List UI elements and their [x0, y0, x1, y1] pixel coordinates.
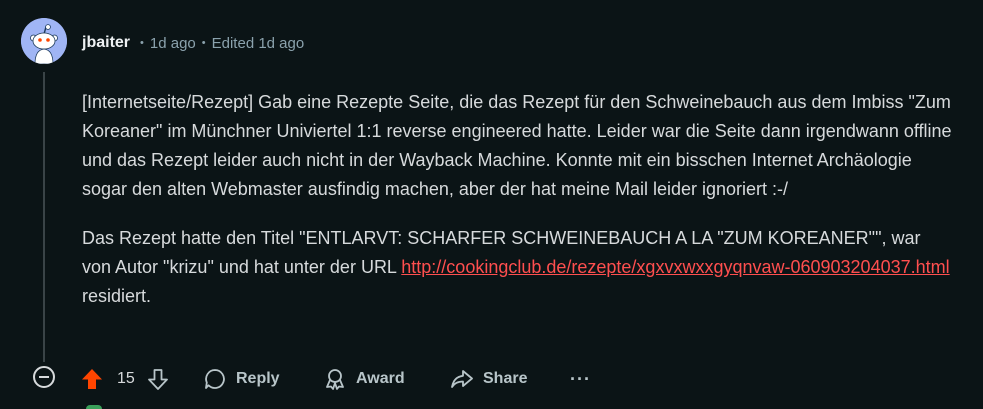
share-label: Share: [483, 370, 528, 387]
share-button[interactable]: Share: [450, 364, 527, 394]
username[interactable]: jbaiter: [82, 34, 130, 52]
reply-button[interactable]: Reply: [203, 364, 280, 394]
separator-dot: •: [201, 37, 206, 49]
action-bar: 15 Reply Award Share ···: [0, 360, 983, 400]
comment: jbaiter • 1d ago • Edited 1d ago [Intern…: [0, 0, 983, 409]
recipe-link[interactable]: http://cookingclub.de/rezepte/xgxvxwxxgy…: [401, 257, 949, 277]
comment-paragraph: [Internetseite/Rezept] Gab eine Rezepte …: [82, 92, 952, 199]
next-comment-avatar-edge: [86, 405, 102, 409]
snoo-avatar-icon: [21, 18, 67, 64]
more-icon: ···: [570, 368, 591, 389]
more-options-button[interactable]: ···: [570, 364, 591, 394]
downvote-icon: [148, 369, 168, 390]
comment-text: residiert.: [82, 286, 152, 306]
thread-line[interactable]: [43, 72, 45, 362]
upvote-button[interactable]: [80, 364, 104, 394]
collapse-icon[interactable]: [33, 366, 55, 388]
vote-score: 15: [117, 370, 135, 387]
comment-body: [Internetseite/Rezept] Gab eine Rezepte …: [82, 88, 952, 331]
separator-dot: •: [140, 37, 144, 49]
avatar[interactable]: [21, 18, 67, 64]
edited-time: Edited 1d ago: [211, 34, 305, 52]
comment-header: jbaiter • 1d ago • Edited 1d ago: [82, 34, 304, 52]
comment-paragraph: Das Rezept hatte den Titel "ENTLARVT: SC…: [82, 224, 952, 311]
reply-label: Reply: [236, 370, 280, 387]
comment-icon: [205, 369, 225, 389]
award-icon: [326, 369, 344, 390]
posted-time[interactable]: 1d ago: [150, 35, 196, 52]
award-label: Award: [356, 370, 405, 387]
upvote-icon: [82, 369, 102, 389]
downvote-button[interactable]: [146, 364, 170, 394]
share-icon: [451, 370, 473, 388]
award-button[interactable]: Award: [323, 364, 405, 394]
